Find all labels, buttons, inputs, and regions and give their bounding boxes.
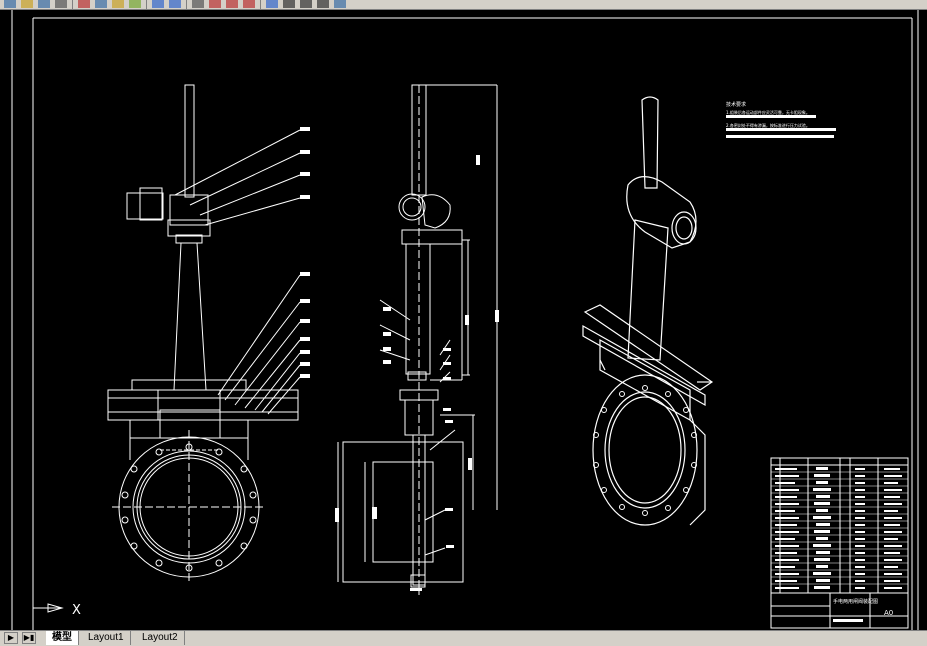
title-block-name: 手电两用闸阀装配图 [833, 598, 878, 605]
cut-icon[interactable] [78, 0, 90, 8]
pan-icon[interactable] [192, 0, 204, 8]
ucs-axis-label: X [72, 603, 81, 618]
dim-style-icon[interactable] [300, 0, 312, 8]
tab-layout2[interactable]: Layout2 [136, 631, 185, 645]
match-properties-icon[interactable] [129, 0, 141, 8]
zoom-window-icon[interactable] [226, 0, 238, 8]
toolbar-separator [146, 0, 147, 9]
tech-req-title: 技术要求 [726, 101, 746, 108]
tech-req-line-1: 1.组装后各运动部件应灵活可靠，无卡阻现象。 [726, 109, 810, 115]
toolbar-separator [72, 0, 73, 9]
zoom-realtime-icon[interactable] [209, 0, 221, 8]
drawing-svg[interactable]: 技术要求 1.组装后各运动部件应灵活可靠，无卡阻现象。 2.各密封处不得有渗漏，… [0, 10, 927, 630]
text-style-icon[interactable] [283, 0, 295, 8]
tab-scroll-last-button[interactable]: ▶▮ [22, 632, 36, 644]
table-icon[interactable] [317, 0, 329, 8]
layout-tab-bar: ▶ ▶▮ 模型 Layout1 Layout2 [0, 630, 927, 646]
undo-icon[interactable] [152, 0, 164, 8]
zoom-previous-icon[interactable] [243, 0, 255, 8]
save-icon[interactable] [38, 0, 50, 8]
title-block-sheet-size: A0 [884, 609, 893, 617]
tech-req-line-2: 2.各密封处不得有渗漏，按标准进行压力试验。 [726, 122, 810, 128]
paste-icon[interactable] [112, 0, 124, 8]
tab-layout1[interactable]: Layout1 [82, 631, 131, 645]
layer-icon[interactable] [334, 0, 346, 8]
drawing-canvas[interactable]: 技术要求 1.组装后各运动部件应灵活可靠，无卡阻现象。 2.各密封处不得有渗漏，… [0, 10, 927, 630]
toolbar-separator [186, 0, 187, 9]
tab-scroll-next-button[interactable]: ▶ [4, 632, 18, 644]
copy-icon[interactable] [95, 0, 107, 8]
print-icon[interactable] [55, 0, 67, 8]
toolbar-separator [260, 0, 261, 9]
standard-toolbar [0, 0, 927, 10]
redo-icon[interactable] [169, 0, 181, 8]
open-icon[interactable] [21, 0, 33, 8]
tab-model[interactable]: 模型 [46, 631, 79, 645]
properties-icon[interactable] [266, 0, 278, 8]
new-icon[interactable] [4, 0, 16, 8]
